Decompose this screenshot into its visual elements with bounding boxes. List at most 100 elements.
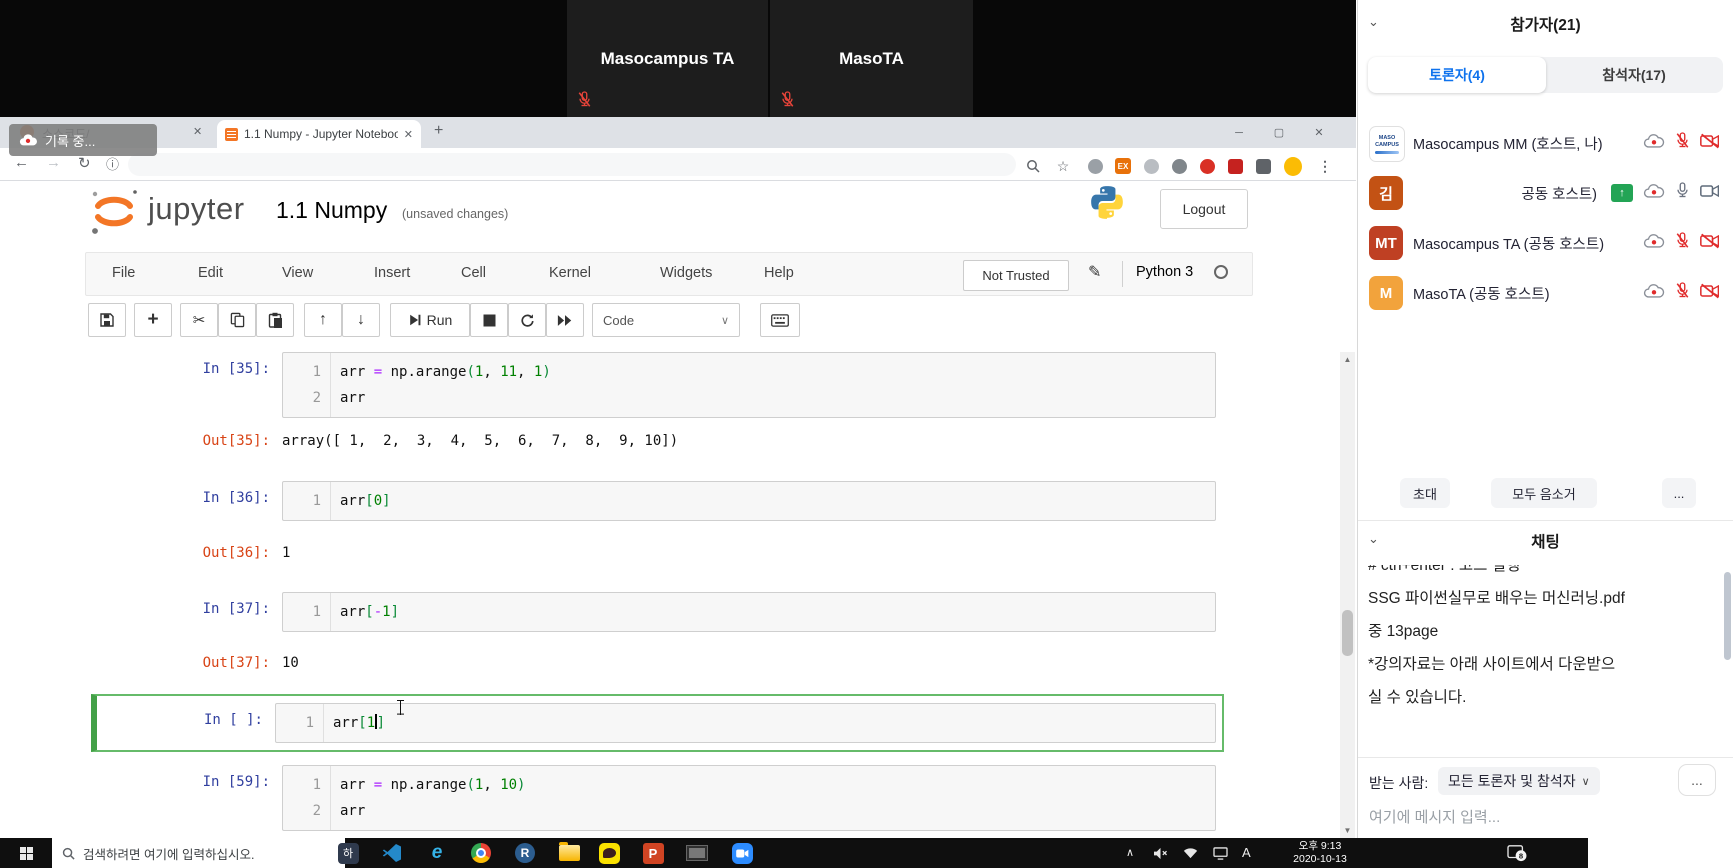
video-tile[interactable]: MasoTA — [770, 0, 973, 117]
taskbar-icon-kakaotalk[interactable] — [597, 841, 621, 865]
participant-row[interactable]: MMasoTA (공동 호스트) — [1358, 268, 1733, 318]
start-button[interactable] — [0, 838, 52, 868]
video-off-icon[interactable] — [1700, 133, 1720, 154]
edit-title-icon[interactable]: ✎ — [1088, 262, 1101, 282]
extension-dark-icon[interactable] — [1254, 157, 1272, 175]
taskbar-icon-vscode[interactable] — [380, 841, 404, 865]
page-zoom-icon[interactable] — [1024, 157, 1042, 175]
mic-muted-icon[interactable] — [1675, 232, 1690, 254]
tab-panelists[interactable]: 토론자(4) — [1368, 57, 1546, 93]
code-cell-input[interactable]: 1arr[-1] — [282, 592, 1216, 632]
ime-toolbar-icon[interactable] — [1208, 841, 1232, 865]
mic-muted-icon[interactable] — [1675, 132, 1690, 154]
bookmark-star-icon[interactable]: ☆ — [1054, 157, 1072, 175]
maximize-button[interactable]: ▢ — [1259, 117, 1299, 148]
toolbar-restart-run-all-button[interactable] — [546, 303, 584, 337]
profile-avatar-icon[interactable] — [1284, 157, 1302, 175]
scroll-up-icon[interactable]: ▲ — [1340, 352, 1355, 367]
toolbar-save-button[interactable] — [88, 303, 126, 337]
code-cell-input[interactable]: 1arr[1] — [275, 703, 1216, 743]
taskbar-icon-hangul[interactable]: 하 — [336, 841, 360, 865]
new-tab-button[interactable]: + — [434, 122, 443, 140]
chat-input[interactable]: 여기에 메시지 입력... — [1369, 806, 1500, 827]
active-tab-close-icon[interactable]: ✕ — [404, 128, 413, 141]
taskbar-icon-chrome[interactable] — [469, 841, 493, 865]
browser-scrollbar[interactable]: ▲ ▼ — [1340, 352, 1355, 838]
mic-muted-icon[interactable] — [1675, 282, 1690, 304]
participant-row[interactable]: 김공동 호스트)↑ — [1358, 168, 1733, 218]
toolbar-interrupt-button[interactable] — [470, 303, 508, 337]
toolbar-run-button[interactable]: Run — [390, 303, 470, 337]
video-tile[interactable]: Masocampus TA — [567, 0, 768, 117]
video-off-icon[interactable] — [1700, 283, 1720, 304]
background-tab-close-icon[interactable]: ✕ — [193, 125, 202, 138]
extension-globe-icon[interactable] — [1086, 157, 1104, 175]
taskbar-clock[interactable]: 오후 9:13 2020-10-13 — [1280, 840, 1360, 866]
video-off-icon[interactable] — [1700, 233, 1720, 254]
extension-grid-icon[interactable] — [1226, 157, 1244, 175]
mic-icon[interactable] — [1675, 182, 1690, 204]
scrollbar-thumb[interactable] — [1342, 610, 1353, 656]
mute-all-button[interactable]: 모두 음소거 — [1491, 478, 1597, 508]
taskbar-icon-zoom[interactable] — [730, 841, 754, 865]
address-bar[interactable] — [128, 153, 1016, 176]
extension-ex-icon[interactable]: EX — [1114, 157, 1132, 175]
logout-button[interactable]: Logout — [1160, 189, 1248, 229]
menu-file[interactable]: File — [112, 265, 135, 281]
forward-icon[interactable]: → — [46, 154, 61, 171]
tab-attendees[interactable]: 참석자(17) — [1545, 57, 1723, 93]
tray-expand-icon[interactable]: ∧ — [1126, 846, 1134, 859]
menu-widgets[interactable]: Widgets — [660, 265, 712, 281]
notebook-title[interactable]: 1.1 Numpy — [276, 197, 387, 224]
chat-message-list[interactable]: # ctrl+enter : 코드 실행SSG 파이썬실무로 배우는 머신러닝.… — [1368, 565, 1716, 747]
action-center-icon[interactable]: 8 — [1505, 841, 1529, 865]
menu-insert[interactable]: Insert — [374, 265, 410, 281]
menu-dots-icon[interactable]: ⋮ — [1316, 157, 1334, 175]
participants-more-button[interactable]: ... — [1662, 478, 1696, 508]
video-icon[interactable] — [1700, 183, 1720, 204]
toolbar-move-up-button[interactable]: ↑ — [304, 303, 342, 337]
toolbar-copy-cell-button[interactable] — [218, 303, 256, 337]
extension-adblock-icon[interactable] — [1198, 157, 1216, 175]
back-icon[interactable]: ← — [14, 154, 29, 171]
toolbar-restart-kernel-button[interactable] — [508, 303, 546, 337]
code-cell[interactable]: In [37]:1arr[-1] — [98, 592, 1216, 632]
speaker-muted-icon[interactable] — [1148, 841, 1172, 865]
participant-row[interactable]: MTMasocampus TA (공동 호스트) — [1358, 218, 1733, 268]
network-icon[interactable] — [1178, 841, 1202, 865]
toolbar-add-cell-button[interactable]: + — [134, 303, 172, 337]
jupyter-wordmark[interactable]: jupyter — [148, 191, 245, 227]
toolbar-move-down-button[interactable]: ↓ — [342, 303, 380, 337]
code-cell[interactable]: In [59]:12arr = np.arange(1, 10)arr — [98, 765, 1216, 831]
menu-kernel[interactable]: Kernel — [549, 265, 591, 281]
invite-button[interactable]: 초대 — [1400, 478, 1450, 508]
toolbar-command-palette-button[interactable] — [760, 303, 800, 337]
menu-edit[interactable]: Edit — [198, 265, 223, 281]
menu-help[interactable]: Help — [764, 265, 794, 281]
menu-cell[interactable]: Cell — [461, 265, 486, 281]
reload-icon[interactable]: ↻ — [78, 154, 91, 172]
chat-recipient-select[interactable]: 모든 토론자 및 참석자 ∨ — [1438, 767, 1600, 795]
extension-a-icon[interactable] — [1142, 157, 1160, 175]
chat-more-button[interactable]: ... — [1678, 764, 1716, 796]
page-info-icon[interactable]: ⓘ — [106, 154, 119, 173]
code-cell[interactable]: In [35]:12arr = np.arange(1, 11, 1)arr — [98, 352, 1216, 418]
minimize-button[interactable]: ─ — [1219, 117, 1259, 148]
toolbar-cut-cell-button[interactable]: ✂ — [180, 303, 218, 337]
chat-scrollbar[interactable] — [1724, 572, 1731, 660]
close-button[interactable]: ✕ — [1299, 117, 1339, 148]
taskbar-icon-explorer[interactable] — [557, 841, 581, 865]
scroll-down-icon[interactable]: ▼ — [1340, 823, 1355, 838]
code-cell-input[interactable]: 1arr[0] — [282, 481, 1216, 521]
active-tab[interactable]: 1.1 Numpy - Jupyter Notebook ✕ — [217, 120, 421, 148]
trust-status-button[interactable]: Not Trusted — [963, 260, 1069, 291]
participant-row[interactable]: MASOCAMPUSMasocampus MM (호스트, 나) — [1358, 118, 1733, 168]
code-cell[interactable]: In [36]:1arr[0] — [98, 481, 1216, 521]
taskbar-search[interactable]: 검색하려면 여기에 입력하십시오. — [52, 838, 345, 868]
toolbar-paste-cell-button[interactable] — [256, 303, 294, 337]
menu-view[interactable]: View — [282, 265, 313, 281]
extension-b-icon[interactable] — [1170, 157, 1188, 175]
ime-mode-indicator[interactable]: A — [1242, 845, 1251, 860]
taskbar-icon-screenshot[interactable] — [685, 841, 709, 865]
code-cell-input[interactable]: 12arr = np.arange(1, 10)arr — [282, 765, 1216, 831]
